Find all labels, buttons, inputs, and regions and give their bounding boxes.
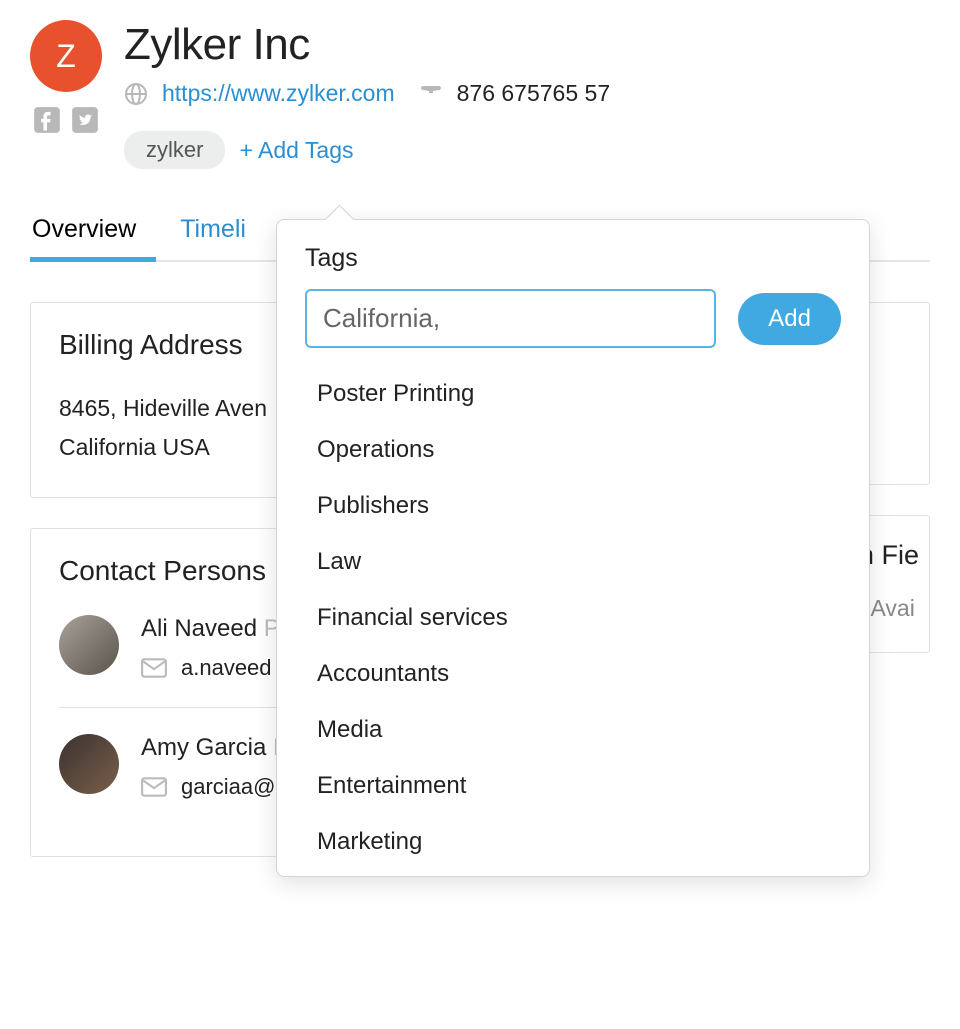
contact-email: a.naveed [181, 655, 272, 681]
suggestion-item[interactable]: Poster Printing [305, 366, 841, 422]
phone-icon [419, 82, 443, 106]
tab-timeline[interactable]: Timeli [178, 207, 248, 260]
twitter-icon[interactable] [71, 106, 99, 134]
contact-name: Ali Naveed P [141, 615, 280, 643]
suggestion-item[interactable]: Marketing [305, 814, 841, 870]
website-link[interactable]: https://www.zylker.com [162, 80, 395, 107]
popover-title: Tags [305, 244, 841, 273]
avatar [59, 615, 119, 675]
header: Z Zylker Inc https://www.zylker.com 876 … [30, 20, 930, 169]
suggestion-item[interactable]: Financial services [305, 590, 841, 646]
suggestion-item[interactable]: Law [305, 534, 841, 590]
avatar [59, 734, 119, 794]
tab-overview[interactable]: Overview [30, 207, 138, 260]
add-tags-link[interactable]: + Add Tags [239, 137, 353, 164]
phone-number: 876 675765 57 [457, 80, 611, 107]
tag-input[interactable] [305, 289, 716, 348]
globe-icon [124, 82, 148, 106]
suggestion-item[interactable]: Operations [305, 422, 841, 478]
mail-icon [141, 658, 167, 678]
tags-popover: Tags Add Poster Printing Operations Publ… [276, 219, 870, 877]
company-avatar: Z [30, 20, 102, 92]
suggestion-item[interactable]: Media [305, 702, 841, 758]
suggestion-item[interactable]: Entertainment [305, 758, 841, 814]
facebook-icon[interactable] [33, 106, 61, 134]
tag-suggestions: Poster Printing Operations Publishers La… [305, 366, 841, 870]
suggestion-item[interactable]: Accountants [305, 646, 841, 702]
company-title: Zylker Inc [124, 20, 610, 70]
tag-chip[interactable]: zylker [124, 131, 225, 169]
mail-icon [141, 777, 167, 797]
suggestion-item[interactable]: Publishers [305, 478, 841, 534]
add-button[interactable]: Add [738, 293, 841, 345]
